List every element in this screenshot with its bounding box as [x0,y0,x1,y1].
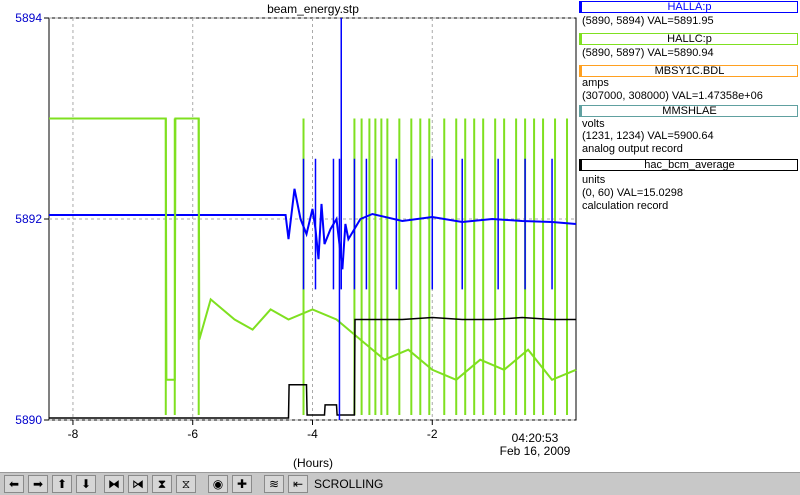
zoom-in-x-icon: ⧓ [108,477,120,491]
zoom-in-x-button[interactable]: ⧓ [104,475,124,493]
scroll-mode-icon: ⇤ [292,477,304,491]
arrow-down-button[interactable]: ⬇ [76,475,96,493]
y-tick-label: 5890 [15,413,42,427]
arrow-up-icon: ⬆ [56,477,68,491]
zoom-in-y-button[interactable]: ⧗ [152,475,172,493]
date-label: Feb 16, 2009 [500,444,571,458]
legend-bcm-units: units [582,174,606,186]
x-tick-label: -4 [307,427,318,441]
arrow-left-icon: ⬅ [8,477,20,491]
zoom-out-x-icon: ⧒ [132,477,144,491]
arrow-left-button[interactable]: ⬅ [4,475,24,493]
strip-chart[interactable]: -8 -6 -4 -2 5890 5892 5894 beam_energy.stp (Ho… [0,0,577,472]
legend-mbsy-range: (307000, 308000) VAL=1.47358e+06 [582,90,763,102]
legend-halla-box[interactable]: HALLA:p [579,1,798,13]
y-tick-label: 5894 [15,11,42,25]
chart-title: beam_energy.stp [267,2,359,16]
legend-halla-range: (5890, 5894) VAL=5891.95 [582,15,714,27]
y-tick-label: 5892 [15,212,42,226]
legend-mmshlae-box[interactable]: MMSHLAE [579,105,798,117]
auto-scale-button[interactable]: ≋ [264,475,284,493]
zoom-in-y-icon: ⧗ [157,477,167,491]
x-tick-label: -2 [427,427,438,441]
legend-mbsy-box[interactable]: MBSY1C.BDL [579,65,798,77]
legend-bcm-box[interactable]: hac_bcm_average [579,159,798,171]
legend-mmshlae-desc: analog output record [582,143,683,155]
legend-hallc-range: (5890, 5897) VAL=5890.94 [582,47,714,59]
legend-bcm-desc: calculation record [582,200,669,212]
auto-scale-icon: ≋ [268,477,280,491]
legend-hallc-box[interactable]: HALLC:p [579,33,798,45]
legend-mmshlae-range: (1231, 1234) VAL=5900.64 [582,130,714,142]
record-button[interactable]: ◉ [208,475,228,493]
arrow-up-button[interactable]: ⬆ [52,475,72,493]
add-button[interactable]: ✚ [232,475,252,493]
legend-bcm-range: (0, 60) VAL=15.0298 [582,187,684,199]
x-tick-label: -8 [68,427,79,441]
zoom-out-x-button[interactable]: ⧒ [128,475,148,493]
arrow-right-button[interactable]: ➡ [28,475,48,493]
arrow-down-icon: ⬇ [80,477,92,491]
record-icon: ◉ [212,477,224,491]
toolbar: ⬅ ➡ ⬆ ⬇ ⧓ ⧒ ⧗ ⧖ ◉ ✚ ≋ ⇤ SCROLLING [0,472,800,495]
time-label: 04:20:53 [512,431,559,445]
legend: HALLA:p (5890, 5894) VAL=5891.95 HALLC:p… [579,0,800,472]
zoom-out-y-icon: ⧖ [181,477,191,491]
x-axis-label: (Hours) [293,456,333,470]
x-tick-label: -6 [187,427,198,441]
scroll-mode-button[interactable]: ⇤ [288,475,308,493]
zoom-out-y-button[interactable]: ⧖ [176,475,196,493]
arrow-right-icon: ➡ [32,477,44,491]
scrolling-mode-label: SCROLLING [314,477,384,491]
add-icon: ✚ [236,477,248,491]
legend-mbsy-units: amps [582,77,609,89]
